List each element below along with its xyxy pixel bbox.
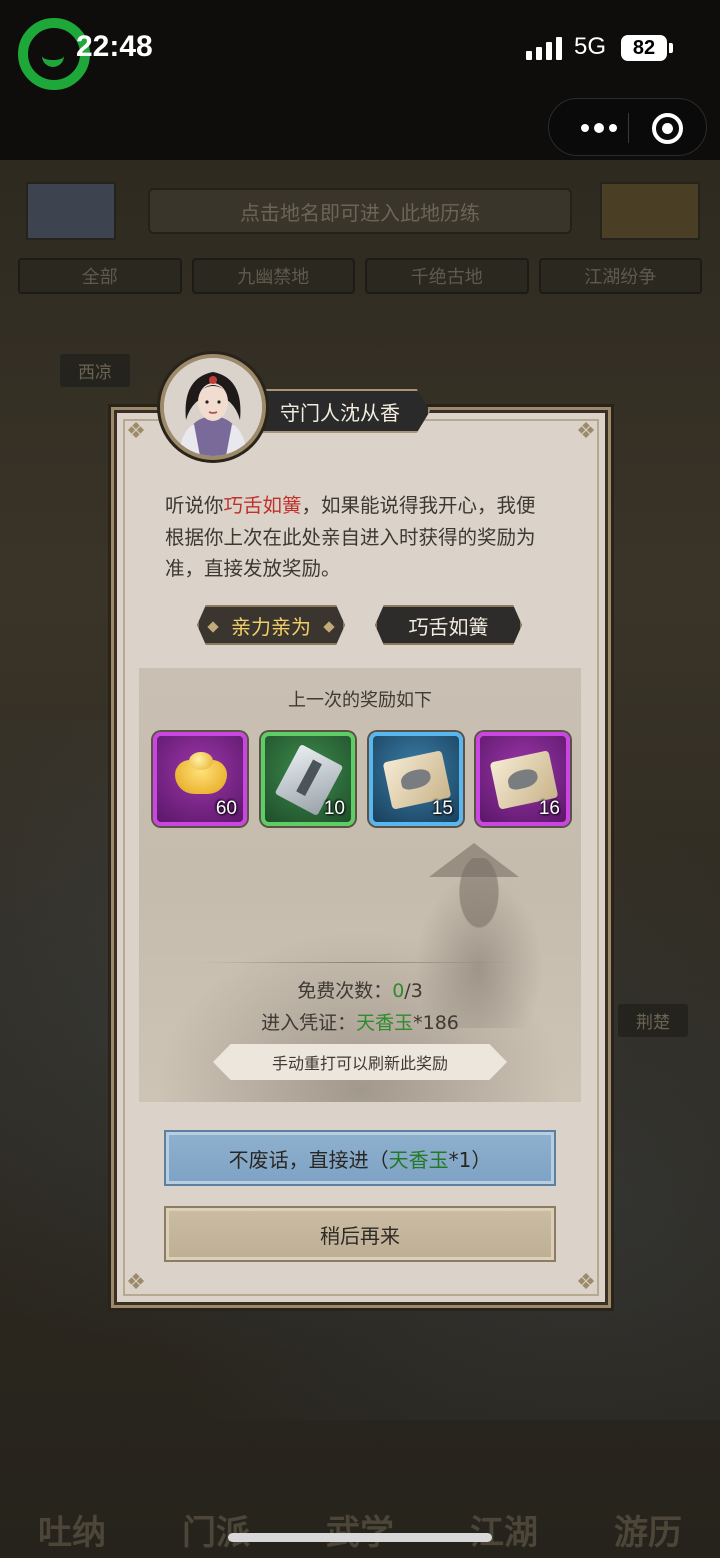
dialog-message: 听说你巧舌如簧，如果能说得我开心，我便根据你上次在此处亲自进入时获得的奖励为准，… xyxy=(165,490,555,585)
map-filter-tabs: 全部 九幽禁地 千绝古地 江湖纷争 xyxy=(18,258,702,294)
button-text-suffix: *1） xyxy=(448,1147,492,1172)
tab-qianjue: 千绝古地 xyxy=(365,258,529,294)
reward-item-map-scroll[interactable]: 15 xyxy=(369,732,463,826)
diamond-ornament-icon xyxy=(207,621,219,633)
tab-jiuyou: 九幽禁地 xyxy=(191,258,355,294)
miniapp-capsule xyxy=(548,98,707,156)
speaker-nameplate: 守门人沈从香 xyxy=(240,389,430,433)
corner-ornament-icon: ❖ xyxy=(576,1270,596,1295)
diamond-ornament-icon xyxy=(323,621,335,633)
reward-title: 上一次的奖励如下 xyxy=(288,690,432,711)
corner-ornament-icon: ❖ xyxy=(576,419,596,444)
reward-count: 16 xyxy=(538,798,560,819)
reward-item-map-scroll-rare[interactable]: 16 xyxy=(476,732,570,826)
choice-button-qiaoshe[interactable]: 巧舌如簧 xyxy=(375,605,522,645)
reward-item-manual[interactable]: 10 xyxy=(261,732,355,826)
button-text-prefix: 不废话，直接进（ xyxy=(228,1147,389,1172)
place-label-xiliang: 西凉 xyxy=(60,354,130,387)
nav-tuna: 吐纳 xyxy=(38,1513,106,1553)
free-attempts: 免费次数：0/3 xyxy=(139,976,581,1003)
free-attempts-label: 免费次数： xyxy=(297,980,393,1002)
corner-ornament-icon: ❖ xyxy=(126,419,146,444)
entry-ticket: 进入凭证：天香玉*186 xyxy=(139,1008,581,1035)
network-type: 5G xyxy=(574,33,607,60)
reward-panel: 上一次的奖励如下 60 10 15 16 免费次数：0/3 进入凭证：天香玉*1… xyxy=(139,668,581,1102)
speaker-portrait-icon xyxy=(164,358,262,456)
divider xyxy=(199,962,521,963)
reward-count: 15 xyxy=(431,798,453,819)
speaker-avatar xyxy=(160,354,266,460)
home-indicator[interactable] xyxy=(228,1533,492,1542)
free-attempts-used: 0 xyxy=(392,980,405,1002)
come-back-later-button[interactable]: 稍后再来 xyxy=(164,1206,556,1262)
free-attempts-total: /3 xyxy=(404,980,423,1002)
reward-item-gold-ingot[interactable]: 60 xyxy=(153,732,247,826)
status-time: 22:48 xyxy=(76,30,153,63)
gold-ingot-icon xyxy=(175,752,227,794)
battery-icon: 82 xyxy=(621,35,673,61)
dialog-text-highlight: 巧舌如簧 xyxy=(223,494,302,517)
corner-ornament-icon: ❖ xyxy=(126,1270,146,1295)
status-bar: 22:48 5G 82 xyxy=(0,0,720,96)
more-options-icon[interactable] xyxy=(569,99,629,157)
signal-icon xyxy=(526,36,562,60)
dialog-text-start: 听说你 xyxy=(165,494,224,517)
close-miniapp-icon[interactable] xyxy=(652,113,683,144)
nav-youli: 游历 xyxy=(614,1513,682,1553)
reward-count: 10 xyxy=(323,798,345,819)
tab-all: 全部 xyxy=(18,258,182,294)
ticket-label: 进入凭证： xyxy=(261,1012,357,1034)
map-thumbnail-left xyxy=(26,182,116,240)
place-label-jingchu: 荆楚 xyxy=(618,1004,688,1037)
choice-button-qinli[interactable]: 亲力亲为 xyxy=(197,605,345,645)
ticket-item-name: 天香玉 xyxy=(356,1012,414,1034)
capsule-divider xyxy=(628,113,629,143)
reward-count: 60 xyxy=(215,798,237,819)
button-text-item: 天香玉 xyxy=(388,1147,449,1172)
direct-enter-button[interactable]: 不废话，直接进（ 天香玉 *1） xyxy=(164,1130,556,1186)
ticket-count: *186 xyxy=(413,1012,459,1034)
map-hint-banner: 点击地名即可进入此地历练 xyxy=(148,188,572,234)
tab-jianghu: 江湖纷争 xyxy=(538,258,702,294)
refresh-hint: 手动重打可以刷新此奖励 xyxy=(213,1044,507,1080)
choice-label: 巧舌如簧 xyxy=(408,614,489,639)
choice-label: 亲力亲为 xyxy=(231,614,311,639)
map-thumbnail-right xyxy=(600,182,700,240)
